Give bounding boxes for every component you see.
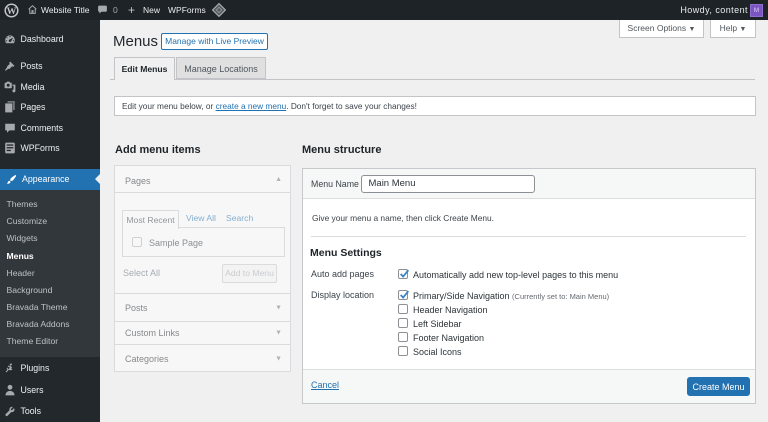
svg-text:W: W	[7, 5, 17, 16]
